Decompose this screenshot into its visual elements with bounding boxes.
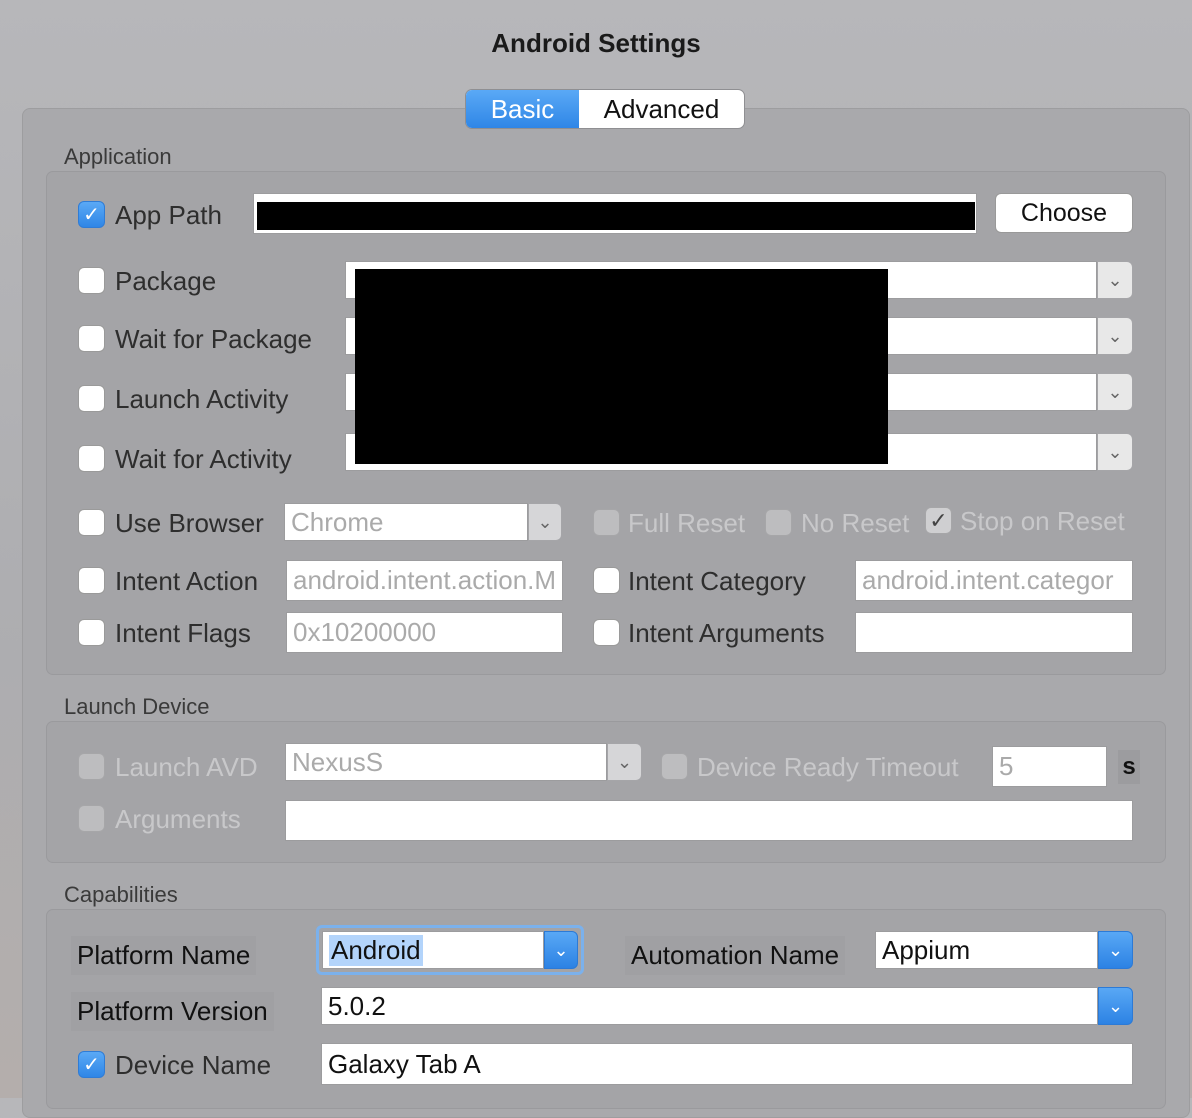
- chevron-down-icon[interactable]: ⌄: [1097, 373, 1133, 411]
- intent-flags-checkbox[interactable]: [78, 619, 105, 646]
- avd-select[interactable]: NexusS: [285, 743, 607, 781]
- intent-action-input[interactable]: android.intent.action.M: [286, 560, 563, 601]
- full-reset-checkbox[interactable]: [593, 509, 620, 536]
- intent-arguments-label: Intent Arguments: [628, 618, 825, 648]
- intent-category-label: Intent Category: [628, 566, 806, 596]
- application-section-label: Application: [64, 144, 172, 169]
- intent-flags-label: Intent Flags: [115, 618, 251, 648]
- window-title: Android Settings: [491, 28, 701, 58]
- wait-for-package-label: Wait for Package: [115, 324, 313, 354]
- platform-name-value: Android: [329, 934, 423, 966]
- intent-action-label: Intent Action: [115, 566, 259, 596]
- package-label: Package: [115, 266, 217, 296]
- no-reset-label: No Reset: [801, 508, 910, 538]
- arguments-checkbox[interactable]: [78, 805, 105, 832]
- tab-advanced[interactable]: Advanced: [579, 90, 744, 128]
- full-reset-label: Full Reset: [628, 508, 746, 538]
- tab-basic[interactable]: Basic: [466, 90, 579, 128]
- launch-avd-label: Launch AVD: [115, 752, 258, 782]
- checkmark-icon: ✓: [83, 204, 100, 226]
- redaction-block: [355, 269, 888, 464]
- platform-version-label: Platform Version: [71, 992, 274, 1031]
- automation-name-label: Automation Name: [625, 936, 846, 975]
- device-name-input[interactable]: Galaxy Tab A: [321, 1043, 1133, 1085]
- chevron-down-icon[interactable]: ⌄: [528, 503, 562, 541]
- chevron-down-icon[interactable]: ⌄: [1097, 317, 1133, 355]
- arguments-label: Arguments: [115, 804, 241, 834]
- automation-name-select[interactable]: Appium: [875, 931, 1098, 969]
- capabilities-section-label: Capabilities: [64, 882, 178, 907]
- chevron-down-icon[interactable]: ⌄: [1097, 433, 1133, 471]
- device-ready-timeout-input[interactable]: 5: [992, 746, 1107, 787]
- chevron-down-icon[interactable]: ⌄: [1098, 987, 1133, 1025]
- app-path-label: App Path: [115, 200, 222, 230]
- platform-name-select[interactable]: Android: [322, 931, 544, 969]
- launch-device-section-label: Launch Device: [64, 694, 210, 719]
- app-path-checkbox[interactable]: ✓: [78, 201, 105, 228]
- use-browser-checkbox[interactable]: [78, 509, 105, 536]
- launch-activity-label: Launch Activity: [115, 384, 289, 414]
- chevron-down-icon[interactable]: ⌄: [607, 743, 642, 781]
- chevron-down-icon[interactable]: ⌄: [544, 931, 578, 969]
- platform-version-select[interactable]: 5.0.2: [321, 987, 1098, 1025]
- chevron-down-icon[interactable]: ⌄: [1098, 931, 1133, 969]
- stop-on-reset-label: Stop on Reset: [960, 506, 1125, 536]
- intent-arguments-input[interactable]: [855, 612, 1133, 653]
- browser-select[interactable]: Chrome: [284, 503, 528, 541]
- device-name-label: Device Name: [115, 1050, 272, 1080]
- intent-flags-input[interactable]: 0x10200000: [286, 612, 563, 653]
- redaction-bar: [257, 202, 975, 230]
- wait-for-activity-label: Wait for Activity: [115, 444, 292, 474]
- launch-avd-checkbox[interactable]: [78, 753, 105, 780]
- tab-switcher: Basic Advanced: [465, 89, 745, 129]
- wait-for-package-checkbox[interactable]: [78, 325, 105, 352]
- device-name-checkbox[interactable]: ✓: [78, 1051, 105, 1078]
- intent-category-checkbox[interactable]: [593, 567, 620, 594]
- device-ready-timeout-checkbox[interactable]: [661, 753, 688, 780]
- checkmark-icon: ✓: [929, 507, 948, 533]
- platform-name-label: Platform Name: [71, 936, 257, 975]
- no-reset-checkbox[interactable]: [765, 509, 792, 536]
- device-ready-timeout-label: Device Ready Timeout: [697, 752, 959, 782]
- intent-action-checkbox[interactable]: [78, 567, 105, 594]
- choose-button[interactable]: Choose: [995, 193, 1133, 233]
- use-browser-label: Use Browser: [115, 508, 264, 538]
- arguments-input[interactable]: [285, 800, 1133, 841]
- chevron-down-icon[interactable]: ⌄: [1097, 261, 1133, 299]
- checkmark-icon: ✓: [83, 1054, 100, 1076]
- wait-for-activity-checkbox[interactable]: [78, 445, 105, 472]
- launch-activity-checkbox[interactable]: [78, 385, 105, 412]
- package-checkbox[interactable]: [78, 267, 105, 294]
- intent-arguments-checkbox[interactable]: [593, 619, 620, 646]
- intent-category-input[interactable]: android.intent.categor: [855, 560, 1133, 601]
- stop-on-reset-checkbox[interactable]: ✓: [925, 507, 952, 534]
- timeout-unit-label: s: [1118, 750, 1140, 784]
